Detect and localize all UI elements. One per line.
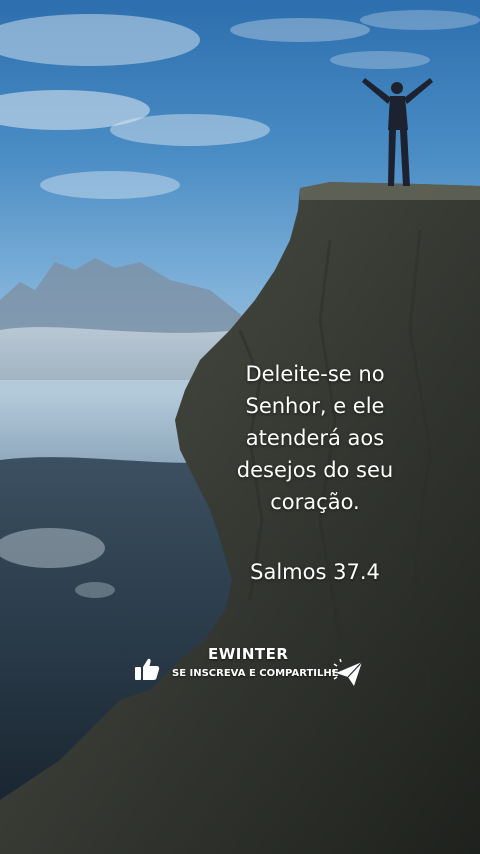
verse-reference: Salmos 37.4 — [250, 560, 380, 584]
quote-line: Senhor, e ele — [245, 394, 385, 418]
quote-line: coração. — [270, 490, 360, 514]
paper-plane-icon[interactable] — [332, 658, 364, 688]
quote-line: Deleite-se no — [245, 362, 385, 386]
quote-text: Deleite-se no Senhor, e ele atenderá aos… — [200, 358, 430, 518]
subscribe-overlay[interactable]: EWINTER SE INSCREVA E COMPARTILHE — [132, 644, 372, 694]
channel-name: EWINTER — [208, 645, 289, 663]
thumbs-up-icon[interactable] — [134, 656, 160, 682]
quote-line: atenderá aos — [245, 426, 385, 450]
person-silhouette — [362, 78, 433, 186]
subscribe-share-label: SE INSCREVA E COMPARTILHE — [172, 668, 339, 679]
video-frame: Deleite-se no Senhor, e ele atenderá aos… — [0, 0, 480, 854]
quote-line: desejos do seu — [236, 458, 394, 482]
